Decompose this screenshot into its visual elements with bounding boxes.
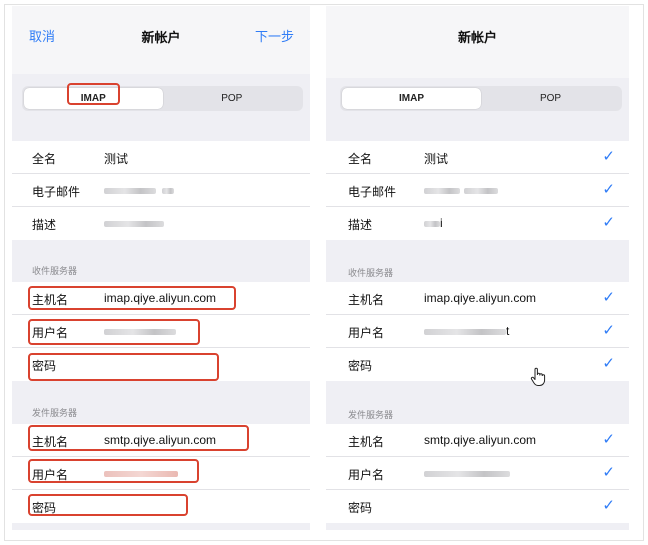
checkmark-icon: ✓: [602, 322, 615, 339]
outgoing-username-value-redacted: [104, 466, 178, 480]
outgoing-hostname-row[interactable]: 主机名 smtp.qiye.aliyun.com: [12, 424, 310, 457]
checkmark-icon: ✓: [602, 148, 615, 165]
description-row[interactable]: 描述 i ✓: [326, 207, 629, 240]
email-label: 电子邮件: [348, 185, 397, 199]
incoming-server-group: 主机名 imap.qiye.aliyun.com 用户名 密码: [12, 282, 310, 381]
incoming-username-label: 用户名: [32, 326, 69, 340]
email-label: 电子邮件: [32, 185, 81, 199]
segment-pop[interactable]: POP: [481, 88, 620, 109]
full-name-label: 全名: [32, 152, 57, 166]
incoming-username-value: t: [424, 324, 509, 338]
outgoing-username-label: 用户名: [32, 468, 69, 482]
checkmark-icon: ✓: [602, 355, 615, 372]
incoming-password-label: 密码: [32, 359, 57, 373]
outgoing-username-row[interactable]: 用户名: [12, 457, 310, 490]
outgoing-hostname-value: smtp.qiye.aliyun.com: [104, 433, 217, 447]
email-value-redacted: [104, 183, 174, 197]
outgoing-password-row[interactable]: 密码: [12, 490, 310, 523]
description-value: i: [424, 216, 443, 230]
outgoing-username-value-redacted: [424, 466, 510, 480]
full-name-value: 测试: [424, 152, 449, 166]
checkmark-icon: ✓: [602, 181, 615, 198]
outgoing-server-group: 主机名 smtp.qiye.aliyun.com 用户名 密码: [12, 424, 310, 523]
incoming-password-label: 密码: [348, 359, 373, 373]
outgoing-username-label: 用户名: [348, 468, 385, 482]
outgoing-server-header: 发件服务器: [32, 408, 78, 418]
segment-imap[interactable]: IMAP: [24, 88, 163, 109]
outgoing-password-label: 密码: [348, 501, 373, 515]
full-name-value: 测试: [104, 152, 129, 166]
protocol-segmented-control: IMAP POP: [340, 86, 622, 111]
outgoing-password-row[interactable]: 密码 ✓: [326, 490, 629, 523]
incoming-password-row[interactable]: 密码 ✓: [326, 348, 629, 381]
incoming-hostname-value: imap.qiye.aliyun.com: [104, 291, 217, 305]
incoming-hostname-label: 主机名: [348, 293, 385, 307]
incoming-hostname-row[interactable]: 主机名 imap.qiye.aliyun.com ✓: [326, 282, 629, 315]
incoming-server-group: 主机名 imap.qiye.aliyun.com ✓ 用户名 t ✓ 密码 ✓: [326, 282, 629, 381]
incoming-server-header: 收件服务器: [32, 266, 78, 276]
incoming-username-value-redacted: [104, 324, 176, 338]
incoming-hostname-row[interactable]: 主机名 imap.qiye.aliyun.com: [12, 282, 310, 315]
protocol-segmented-control: IMAP POP: [22, 86, 303, 111]
checkmark-icon: ✓: [602, 431, 615, 448]
checkmark-icon: ✓: [602, 214, 615, 231]
incoming-username-row[interactable]: 用户名: [12, 315, 310, 348]
account-info-group: 全名 测试 电子邮件 描述: [12, 141, 310, 240]
segment-imap[interactable]: IMAP: [342, 88, 481, 109]
email-row[interactable]: 电子邮件: [12, 174, 310, 207]
outgoing-server-group: 主机名 smtp.qiye.aliyun.com ✓ 用户名 ✓ 密码 ✓: [326, 424, 629, 523]
description-label: 描述: [32, 218, 57, 232]
incoming-server-header: 收件服务器: [348, 268, 394, 278]
incoming-username-row[interactable]: 用户名 t ✓: [326, 315, 629, 348]
new-account-form-left: 取消 新帐户 下一步 IMAP POP 全名 测试 电子邮件 描述 收件服务器 …: [12, 6, 310, 530]
outgoing-server-header: 发件服务器: [348, 410, 394, 420]
outgoing-hostname-label: 主机名: [348, 435, 385, 449]
incoming-hostname-value: imap.qiye.aliyun.com: [424, 291, 537, 305]
email-value-redacted: [424, 183, 498, 197]
full-name-row[interactable]: 全名 测试: [12, 141, 310, 174]
description-value-redacted: [104, 216, 164, 230]
checkmark-icon: ✓: [602, 497, 615, 514]
checkmark-icon: ✓: [602, 464, 615, 481]
checkmark-icon: ✓: [602, 289, 615, 306]
navigation-bar: 取消 新帐户 下一步: [12, 6, 310, 74]
navigation-bar: 新帐户: [326, 6, 629, 78]
outgoing-username-row[interactable]: 用户名 ✓: [326, 457, 629, 490]
full-name-row[interactable]: 全名 测试 ✓: [326, 141, 629, 174]
outgoing-password-label: 密码: [32, 501, 57, 515]
outgoing-hostname-value: smtp.qiye.aliyun.com: [424, 433, 537, 447]
incoming-username-label: 用户名: [348, 326, 385, 340]
description-row[interactable]: 描述: [12, 207, 310, 240]
hand-pointer-cursor-icon: [530, 367, 546, 386]
full-name-label: 全名: [348, 152, 373, 166]
incoming-hostname-label: 主机名: [32, 293, 69, 307]
account-info-group: 全名 测试 ✓ 电子邮件 ✓ 描述 i ✓: [326, 141, 629, 240]
email-row[interactable]: 电子邮件 ✓: [326, 174, 629, 207]
segment-pop[interactable]: POP: [163, 88, 302, 109]
page-title: 新帐户: [457, 30, 497, 45]
next-button[interactable]: 下一步: [255, 26, 294, 45]
outgoing-hostname-label: 主机名: [32, 435, 69, 449]
outgoing-hostname-row[interactable]: 主机名 smtp.qiye.aliyun.com ✓: [326, 424, 629, 457]
description-label: 描述: [348, 218, 373, 232]
incoming-password-row[interactable]: 密码: [12, 348, 310, 381]
new-account-form-right: 新帐户 IMAP POP 全名 测试 ✓ 电子邮件 ✓ 描述 i ✓ 收件服务器…: [326, 6, 629, 530]
